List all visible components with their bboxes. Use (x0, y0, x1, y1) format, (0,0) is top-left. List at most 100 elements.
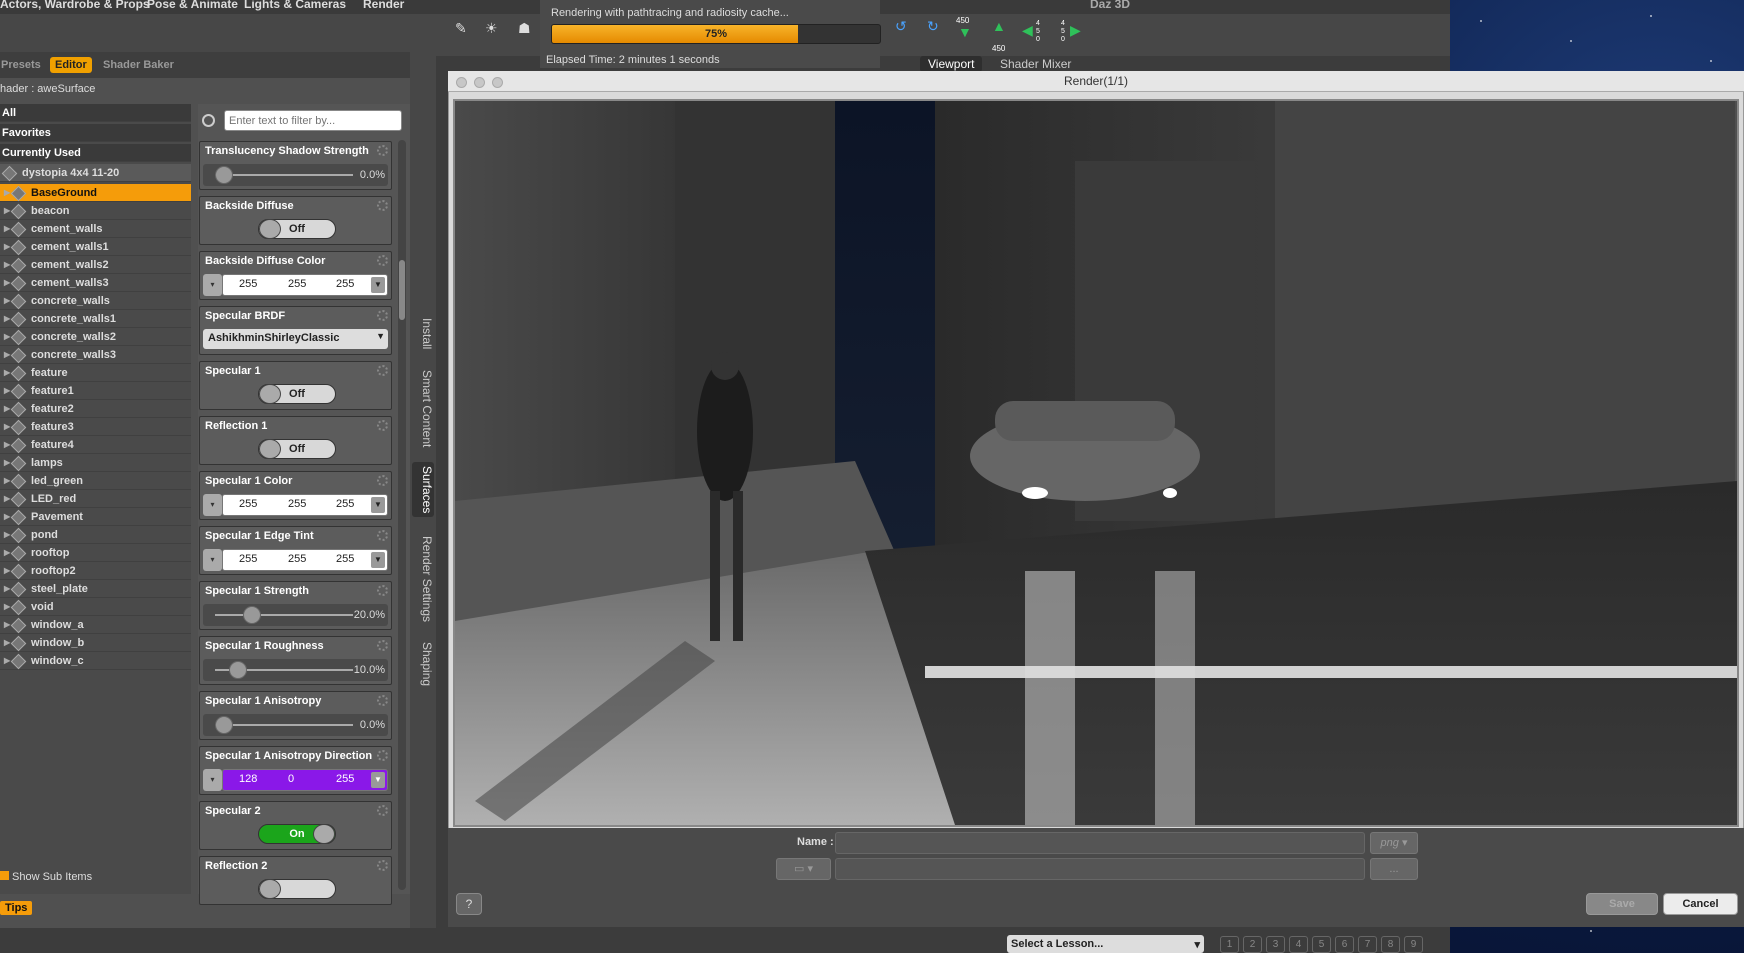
sidetab-install[interactable]: Install (412, 318, 434, 349)
surface-item[interactable]: ▶ feature (0, 364, 191, 382)
expand-arrow-icon[interactable]: ▶ (4, 382, 10, 400)
gear-icon[interactable] (377, 475, 388, 486)
surface-item[interactable]: ▶ cement_walls (0, 220, 191, 238)
expand-arrow-icon[interactable]: ▶ (4, 436, 10, 454)
tips-button[interactable]: Tips (0, 901, 33, 915)
chevron-down-icon[interactable]: ▼ (371, 277, 385, 293)
color-picker-button[interactable]: ▾ (203, 274, 222, 296)
expand-arrow-icon[interactable]: ▶ (4, 238, 10, 256)
scrollbar-thumb[interactable] (399, 260, 405, 320)
expand-arrow-icon[interactable]: ▶ (4, 598, 10, 616)
slider-knob[interactable] (215, 716, 233, 734)
color-b[interactable]: 255 (336, 553, 354, 565)
expand-arrow-icon[interactable]: ▶ (4, 634, 10, 652)
surface-item[interactable]: ▶ window_b (0, 634, 191, 652)
surface-item[interactable]: ▶ feature4 (0, 436, 191, 454)
chevron-down-icon[interactable]: ▼ (371, 552, 385, 568)
expand-arrow-icon[interactable]: ▶ (4, 508, 10, 526)
tab-pose[interactable]: Pose & Animate (147, 0, 238, 11)
figure-tool-icon[interactable]: ☗ (518, 20, 531, 37)
property-slider[interactable]: 0.0% (203, 714, 388, 736)
expand-arrow-icon[interactable]: ▶ (4, 472, 10, 490)
expand-arrow-icon[interactable]: ▶ (4, 526, 10, 544)
zoom-window-icon[interactable] (492, 77, 503, 88)
help-button[interactable]: ? (456, 893, 482, 915)
tab-presets[interactable]: Presets (0, 57, 46, 73)
property-slider[interactable]: 10.0% (203, 659, 388, 681)
expand-arrow-icon[interactable]: ▶ (4, 184, 10, 202)
save-button[interactable]: Save (1586, 893, 1658, 915)
chevron-down-icon[interactable]: ▼ (371, 772, 385, 788)
color-g[interactable]: 0 (288, 773, 294, 785)
gear-icon[interactable] (377, 365, 388, 376)
property-slider[interactable]: 20.0% (203, 604, 388, 626)
arrow-right-icon[interactable]: ▶ (1070, 22, 1081, 39)
arrow-down-icon[interactable]: ▼ (958, 24, 972, 40)
expand-arrow-icon[interactable]: ▶ (4, 544, 10, 562)
lesson-page-button[interactable]: 3 (1266, 936, 1285, 953)
color-picker-button[interactable]: ▾ (203, 769, 222, 791)
expand-arrow-icon[interactable]: ▶ (4, 292, 10, 310)
tab-render[interactable]: Render (363, 0, 404, 11)
surface-item[interactable]: ▶ void (0, 598, 191, 616)
sidetab-shaping[interactable]: Shaping (412, 642, 434, 686)
surface-item[interactable]: ▶ window_c (0, 652, 191, 670)
gear-icon[interactable] (377, 695, 388, 706)
expand-arrow-icon[interactable]: ▶ (4, 652, 10, 670)
lesson-page-button[interactable]: 5 (1312, 936, 1331, 953)
gear-icon[interactable] (377, 585, 388, 596)
surface-item[interactable]: ▶ rooftop2 (0, 562, 191, 580)
format-select[interactable]: png ▾ (1370, 832, 1418, 854)
group-0[interactable]: All (0, 104, 191, 122)
close-window-icon[interactable] (456, 77, 467, 88)
surface-item[interactable]: ▶ LED_red (0, 490, 191, 508)
slider-knob[interactable] (228, 661, 247, 679)
scene-tool-icon[interactable]: ✎ (455, 20, 467, 37)
color-g[interactable]: 255 (288, 553, 306, 565)
color-field[interactable]: 255 255 255 ▼ (222, 274, 388, 296)
surface-item[interactable]: ▶ BaseGround (0, 184, 191, 202)
color-picker-button[interactable]: ▾ (203, 494, 222, 516)
expand-arrow-icon[interactable]: ▶ (4, 400, 10, 418)
lesson-page-button[interactable]: 7 (1358, 936, 1377, 953)
color-r[interactable]: 255 (239, 278, 257, 290)
light-tool-icon[interactable]: ☀ (485, 20, 498, 37)
color-r[interactable]: 128 (239, 773, 257, 785)
arrow-up-icon[interactable]: ▲ (992, 18, 1006, 34)
color-g[interactable]: 255 (288, 498, 306, 510)
surface-item[interactable]: ▶ window_a (0, 616, 191, 634)
tab-editor[interactable]: Editor (50, 57, 92, 73)
expand-arrow-icon[interactable]: ▶ (4, 616, 10, 634)
lesson-select[interactable]: Select a Lesson... ▾ (1007, 935, 1204, 953)
gear-icon[interactable] (377, 530, 388, 541)
redo-icon[interactable]: ↻ (927, 18, 939, 35)
gear-icon[interactable] (377, 750, 388, 761)
gear-icon[interactable] (377, 145, 388, 156)
surface-item[interactable]: ▶ pond (0, 526, 191, 544)
lesson-page-button[interactable]: 6 (1335, 936, 1354, 953)
property-toggle[interactable]: Off (258, 384, 336, 404)
minimize-window-icon[interactable] (474, 77, 485, 88)
gear-icon[interactable] (377, 200, 388, 211)
surface-item[interactable]: ▶ led_green (0, 472, 191, 490)
property-toggle[interactable]: On (258, 824, 336, 844)
color-g[interactable]: 255 (288, 278, 306, 290)
surface-item[interactable]: ▶ lamps (0, 454, 191, 472)
surface-item[interactable]: ▶ steel_plate (0, 580, 191, 598)
lesson-page-button[interactable]: 9 (1404, 936, 1423, 953)
gear-icon[interactable] (377, 310, 388, 321)
color-r[interactable]: 255 (239, 498, 257, 510)
gear-icon[interactable] (377, 640, 388, 651)
expand-arrow-icon[interactable]: ▶ (4, 490, 10, 508)
expand-arrow-icon[interactable]: ▶ (4, 220, 10, 238)
surface-item[interactable]: ▶ beacon (0, 202, 191, 220)
expand-arrow-icon[interactable]: ▶ (4, 256, 10, 274)
sidetab-render-settings[interactable]: Render Settings (412, 536, 434, 622)
property-toggle[interactable]: Off (258, 219, 336, 239)
color-b[interactable]: 255 (336, 773, 354, 785)
lesson-page-button[interactable]: 4 (1289, 936, 1308, 953)
color-b[interactable]: 255 (336, 498, 354, 510)
show-sub-items[interactable]: Show Sub Items (0, 871, 92, 883)
color-picker-button[interactable]: ▾ (203, 549, 222, 571)
arrow-left-icon[interactable]: ◀ (1022, 22, 1033, 39)
